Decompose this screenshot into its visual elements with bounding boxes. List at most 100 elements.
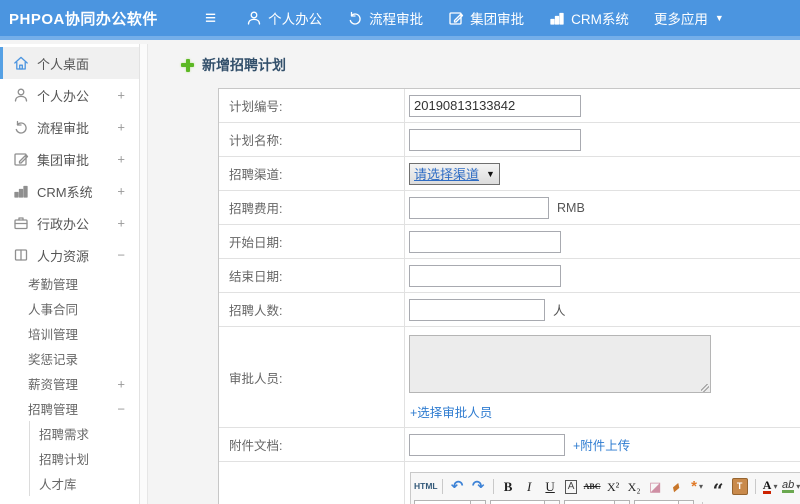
sidebar-item-personal-office[interactable]: 个人办公 + [0,79,139,111]
subscript-button[interactable]: X₂ [624,477,645,497]
format-brush-button[interactable]: ▰ [666,477,687,497]
plan-name-row: 计划名称: [219,123,800,157]
expand-icon[interactable]: + [117,376,125,391]
superscript-button[interactable]: X² [603,477,624,497]
subscript-icon: X₂ [627,479,641,494]
sidebar-item-workflow[interactable]: 流程审批 + [0,111,139,143]
channel-select[interactable]: 请选择渠道 ▼ [409,162,500,185]
align-center-button[interactable]: ≡ [725,500,743,504]
nav-personal-office[interactable]: 个人办公 [246,8,322,28]
nav-more-apps[interactable]: 更多应用 ▼ [654,8,724,28]
headcount-label: 招聘人数: [219,293,405,326]
spray-button[interactable]: * ▾ [687,477,708,497]
editor-toolbar: HTML ↶↷ BIUA ABCX²X₂ ◪▰*▾“ T A▾ab▾ 自定义标题▾ 段落格式▾ 字… [411,473,800,504]
paragraph-format-select[interactable]: 段落格式▾ [490,499,560,504]
sidebar-item-crm[interactable]: CRM系统 + [0,175,139,207]
bold-icon: B [503,479,513,494]
approvers-textarea[interactable] [409,335,711,393]
sidebar-item-recruit-demand[interactable]: 招聘需求 [29,421,139,446]
underline-button[interactable]: U [540,477,561,497]
plan-name-field [405,123,800,156]
nav-workflow-approval[interactable]: 流程审批 [347,8,423,28]
sidebar-item-hr[interactable]: 人力资源 − [0,239,139,271]
sidebar-item-recruit-plan[interactable]: 招聘计划 [29,446,139,471]
toolbar-row-2: 自定义标题▾段落格式▾字体▾字号▾≡≡≡≡∞◔ [414,498,800,504]
char-border-icon: A [564,479,578,494]
font-color-button[interactable]: A ▾ [760,477,781,497]
sidebar-item-attendance-label: 考勤管理 [28,278,79,292]
sidebar-item-group-approval[interactable]: 集团审批 + [0,143,139,175]
align-left-button[interactable]: ≡ [707,500,725,504]
strikethrough-button[interactable]: ABC [582,477,603,497]
eraser-button[interactable]: ◪ [645,477,666,497]
end-date-input[interactable] [409,264,561,287]
italic-icon: I [526,479,532,494]
plan-number-input[interactable] [409,94,581,117]
undo-button[interactable]: ↶ [447,477,468,497]
sidebar-item-attendance[interactable]: 考勤管理 [0,271,139,296]
sidebar-item-hr-contract[interactable]: 人事合同 [0,296,139,321]
sidebar-item-recruitment[interactable]: 招聘管理 − [0,396,139,421]
char-border-button[interactable]: A [561,477,582,497]
fee-input[interactable] [409,196,549,219]
insert-link-button[interactable]: ∞ [779,500,797,504]
page-title: 新增招聘计划 [181,55,286,75]
start-date-input[interactable] [409,230,561,253]
sidebar-item-salary[interactable]: 薪资管理 + [0,371,139,396]
channel-label: 招聘渠道: [219,157,405,190]
redo-icon: ↷ [471,478,485,495]
blockquote-button[interactable]: “ [708,477,729,501]
choose-approvers-link[interactable]: +选择审批人员 [410,402,492,421]
attachment-label-text: 附件文档: [229,439,283,453]
caret-down-icon[interactable]: ▾ [470,500,485,504]
sidebar-item-admin-office[interactable]: 行政办公 + [0,207,139,239]
expand-icon[interactable]: + [117,120,125,135]
font-family-select[interactable]: 字体▾ [564,499,630,504]
expand-icon[interactable]: + [117,184,125,199]
custom-heading-select[interactable]: 自定义标题▾ [414,499,486,504]
font-size-select[interactable]: 字号▾ [634,499,694,504]
approvers-label-text: 审批人员: [229,371,283,386]
nav-crm[interactable]: CRM系统 [549,8,629,28]
sidebar-item-talent-pool[interactable]: 人才库 [29,471,139,496]
channel-label-text: 招聘渠道: [229,168,283,182]
align-justify-button[interactable]: ≡ [761,500,779,504]
expand-icon[interactable]: + [117,152,125,167]
end-date-label-text: 结束日期: [229,270,283,284]
toolbar-separator [754,479,756,494]
collapse-icon[interactable]: − [117,401,125,416]
caret-down-icon[interactable]: ▾ [614,500,629,504]
attachment-row: 附件文档: +附件上传 [219,428,800,462]
caret-down-icon: ▾ [699,482,704,491]
nav-crm-label: CRM系统 [571,12,629,27]
headcount-input[interactable] [409,298,545,321]
expand-icon[interactable]: + [117,216,125,231]
italic-button[interactable]: I [519,477,540,497]
nav-group-approval[interactable]: 集团审批 [448,8,524,28]
caret-down-icon[interactable]: ▾ [678,500,693,504]
paste-text-button[interactable]: T [731,478,748,495]
attachment-field: +附件上传 [405,428,800,461]
attachment-input[interactable] [409,433,565,456]
source-button[interactable]: HTML [414,477,438,497]
attachment-upload-link[interactable]: +附件上传 [573,435,630,454]
sidebar-item-rewards[interactable]: 奖惩记录 [0,346,139,371]
bar-chart-icon [549,10,565,26]
paste-text-icon: T [736,481,743,491]
resize-grip-icon[interactable] [701,384,709,392]
bold-button[interactable]: B [498,477,519,497]
start-date-label-text: 开始日期: [229,236,283,250]
redo-button[interactable]: ↷ [468,477,489,497]
align-right-button[interactable]: ≡ [743,500,761,504]
caret-down-icon[interactable]: ▾ [544,500,559,504]
sidebar-item-training[interactable]: 培训管理 [0,321,139,346]
app-logo[interactable]: PHPOA协同办公软件 [0,8,191,29]
expand-icon[interactable]: + [117,88,125,103]
sidebar-item-desktop[interactable]: 个人桌面 [0,47,139,79]
menu-toggle[interactable]: ≡ [205,9,216,28]
app-layout: 个人桌面 个人办公 + 流程审批 + 集团审批 + CRM系统 + 行政办公 + 人力资源 − 考勤管理人… [0,44,800,504]
collapse-icon[interactable]: − [117,248,125,263]
plan-name-input[interactable] [409,128,581,151]
highlight-button[interactable]: ab ▾ [781,477,800,497]
fee-label-text: 招聘费用: [229,202,283,216]
